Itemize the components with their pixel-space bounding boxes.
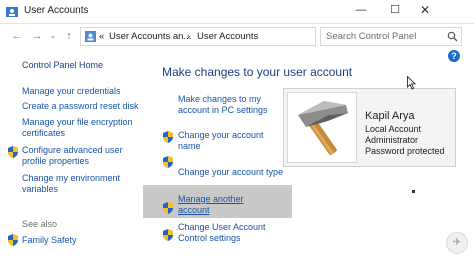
breadcrumb-separator: ›	[187, 31, 191, 42]
page-heading: Make changes to your user account	[162, 65, 353, 79]
manage-file-encryption-link-2[interactable]: certificates	[22, 128, 65, 139]
back-arrow-icon[interactable]: ←	[10, 29, 24, 43]
account-role: Administrator	[365, 135, 419, 145]
configure-advanced-user-profile-link-2[interactable]: profile properties	[22, 156, 89, 167]
manage-another-account-link-2[interactable]: account	[178, 205, 210, 216]
user-accounts-icon	[6, 7, 18, 17]
shield-icon	[163, 131, 173, 143]
control-panel-icon	[85, 31, 96, 42]
change-uac-settings-link-2[interactable]: Control settings	[178, 233, 241, 244]
breadcrumb-overflow[interactable]: «	[99, 31, 104, 42]
change-account-type-link[interactable]: Change your account type	[178, 167, 283, 178]
shield-icon	[163, 229, 173, 241]
change-environment-variables-link[interactable]: Change my environment	[22, 173, 120, 184]
minimize-button[interactable]: —	[346, 0, 376, 22]
shield-icon	[8, 146, 18, 158]
hammer-icon	[298, 101, 348, 155]
shield-icon	[163, 202, 173, 214]
brand-logo-icon: ✈	[446, 232, 468, 254]
password-status: Password protected	[365, 146, 445, 156]
change-environment-variables-link-2[interactable]: variables	[22, 184, 58, 195]
avatar[interactable]	[287, 92, 357, 163]
search-input[interactable]	[326, 30, 444, 43]
family-safety-link[interactable]: Family Safety	[22, 235, 77, 246]
title-bar: User Accounts — ☐ ✕	[0, 0, 474, 24]
change-account-name-link-2[interactable]: name	[178, 141, 201, 152]
pc-settings-link-2[interactable]: account in PC settings	[178, 105, 268, 116]
configure-advanced-user-profile-link[interactable]: Configure advanced user	[22, 145, 123, 156]
create-password-reset-disk-link[interactable]: Create a password reset disk	[22, 101, 139, 112]
close-button[interactable]: ✕	[410, 0, 440, 22]
pc-settings-link[interactable]: Make changes to my	[178, 94, 261, 105]
manage-file-encryption-link[interactable]: Manage your file encryption	[22, 117, 133, 128]
forward-arrow-icon[interactable]: →	[30, 29, 44, 43]
change-account-name-link[interactable]: Change your account	[178, 130, 264, 141]
control-panel-home-link[interactable]: Control Panel Home	[22, 60, 103, 71]
account-type-local: Local Account	[365, 124, 422, 134]
cursor-dot	[412, 190, 415, 193]
breadcrumb-user-accounts-and-family[interactable]: User Accounts an...	[109, 31, 191, 42]
breadcrumb-user-accounts[interactable]: User Accounts	[197, 31, 258, 42]
shield-icon	[8, 234, 18, 246]
maximize-button[interactable]: ☐	[380, 0, 410, 22]
recent-locations-icon[interactable]: ⌄	[46, 29, 60, 43]
shield-icon	[163, 156, 173, 168]
window-title: User Accounts	[24, 5, 89, 16]
up-arrow-icon[interactable]: ↑	[62, 29, 76, 43]
manage-credentials-link[interactable]: Manage your credentials	[22, 86, 121, 97]
see-also-label: See also	[22, 219, 58, 229]
manage-another-account-link[interactable]: Manage another	[178, 194, 244, 205]
search-icon[interactable]	[447, 31, 458, 42]
search-box[interactable]	[320, 27, 462, 46]
address-row: ← → ⌄ ↑ « User Accounts an... › User Acc…	[0, 24, 474, 48]
user-name: Kapil Arya	[365, 110, 415, 122]
change-uac-settings-link[interactable]: Change User Account	[178, 222, 266, 233]
help-icon[interactable]: ?	[448, 50, 460, 62]
address-bar[interactable]: « User Accounts an... › User Accounts ⌄ …	[80, 27, 393, 46]
mouse-cursor-icon	[407, 76, 416, 90]
